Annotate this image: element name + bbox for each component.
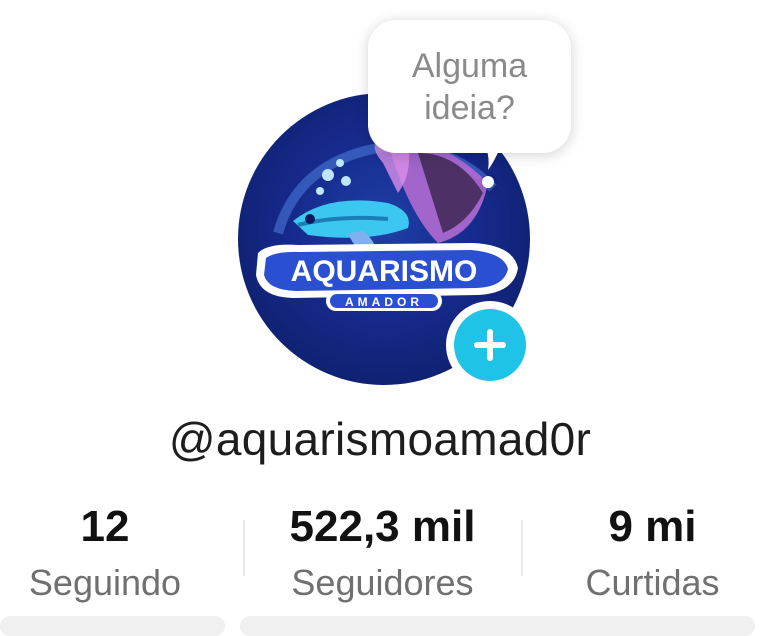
add-story-button[interactable] xyxy=(446,301,534,389)
stat-divider xyxy=(521,520,523,576)
stat-divider xyxy=(243,520,245,576)
stat-likes-value: 9 mi xyxy=(608,502,697,551)
note-bubble[interactable]: Alguma ideia? xyxy=(368,20,571,153)
stat-following[interactable]: 12 Seguindo xyxy=(0,500,210,606)
profile-action-button[interactable] xyxy=(240,616,755,636)
add-button-circle[interactable] xyxy=(454,309,526,381)
stat-followers-value: 522,3 mil xyxy=(289,502,476,551)
bubble-dot xyxy=(482,176,494,188)
stat-following-value: 12 xyxy=(80,502,130,551)
note-bubble-text: Alguma ideia? xyxy=(411,46,528,127)
stat-followers-label: Seguidores xyxy=(291,562,474,603)
stat-likes-label: Curtidas xyxy=(585,562,720,603)
logo-subtitle: AMADOR xyxy=(345,295,423,309)
logo-word: AQUARISMO xyxy=(291,255,478,288)
stat-followers[interactable]: 522,3 mil Seguidores xyxy=(250,500,515,606)
stat-following-label: Seguindo xyxy=(28,562,182,603)
bubble-tail xyxy=(486,148,500,170)
username: @aquarismoamad0r xyxy=(168,413,592,465)
stat-likes[interactable]: 9 mi Curtidas xyxy=(545,500,760,606)
plus-icon xyxy=(474,329,506,361)
profile-action-button[interactable] xyxy=(0,616,225,636)
